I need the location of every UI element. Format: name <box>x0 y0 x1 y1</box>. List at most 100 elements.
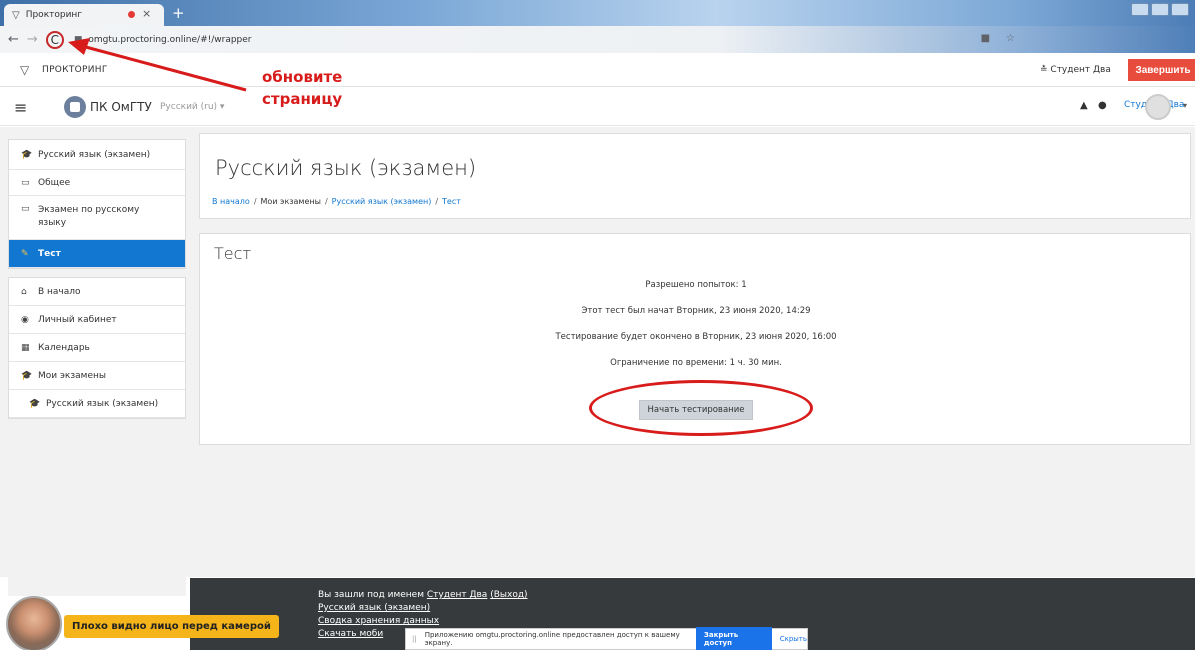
camera-preview <box>6 596 62 650</box>
quiz-ends: Тестирование будет окончено в Вторник, 2… <box>555 332 837 342</box>
proctoring-user-name: Студент Два <box>1050 65 1111 75</box>
proctoring-user[interactable]: ≛ Студент Два <box>1040 65 1111 75</box>
breadcrumb-separator: / <box>253 197 257 206</box>
breadcrumb: В начало / Мои экзамены / Русский язык (… <box>212 197 461 206</box>
drawer-item-label: Русский язык (экзамен) <box>38 149 151 160</box>
annotation-line-2: страницу <box>262 90 343 108</box>
proctoring-title: ПРОКТОРИНГ <box>42 65 108 75</box>
url-field[interactable]: omgtu.proctoring.online/#!/wrapper <box>88 35 251 45</box>
footer-user-link[interactable]: Студент Два <box>427 590 487 600</box>
quiz-started: Этот тест был начат Вторник, 23 июня 202… <box>581 306 811 316</box>
browser-tab[interactable]: ▽ Прокторинг × <box>4 4 164 26</box>
breadcrumb-my-exams: Мои экзамены <box>260 197 321 206</box>
footer-login-info: Вы зашли под именем Студент Два (Выход) <box>318 590 528 600</box>
screen-share-text: Приложению omgtu.proctoring.online предо… <box>424 631 680 647</box>
drawer-item-label: В начало <box>38 286 81 297</box>
drawer-item-course-link[interactable]: 🎓 Русский язык (экзамен) <box>9 390 185 418</box>
course-nav: 🎓 Русский язык (экзамен) ▭ Общее ▭ Экзам… <box>8 139 186 269</box>
drawer-item-general[interactable]: ▭ Общее <box>9 170 185 196</box>
drawer-item-test[interactable]: ✎ Тест <box>9 240 185 268</box>
drawer-item-dashboard[interactable]: ◉ Личный кабинет <box>9 306 185 334</box>
footer-data-link[interactable]: Сводка хранения данных <box>318 616 439 626</box>
footer-mobile-link-text: Скачать моби <box>318 629 384 639</box>
star-icon[interactable]: ☆ <box>1006 33 1015 44</box>
close-tab-icon[interactable]: × <box>142 7 151 20</box>
reload-icon[interactable]: C <box>45 30 64 49</box>
hide-button[interactable]: Скрыть <box>780 635 807 643</box>
shield-icon: ▽ <box>20 63 30 77</box>
mortarboard-icon: 🎓 <box>21 370 33 381</box>
proctoring-bar: ▽ ПРОКТОРИНГ ≛ Студент Два Завершить <box>0 53 1195 87</box>
shield-icon: ▽ <box>12 9 20 21</box>
browser-tab-bar: ▽ Прокторинг × + <box>0 0 1195 26</box>
calendar-icon: ▦ <box>21 342 30 353</box>
avatar[interactable] <box>1145 94 1171 120</box>
mortarboard-icon: 🎓 <box>21 149 33 160</box>
nav-drawer: 🎓 Русский язык (экзамен) ▭ Общее ▭ Экзам… <box>8 133 186 596</box>
drawer-item-label: Русский язык (экзамен) <box>46 398 159 409</box>
breadcrumb-course[interactable]: Русский язык (экзамен) <box>332 197 432 206</box>
lock-icon: ■ <box>73 34 83 45</box>
footer-course-link[interactable]: Русский язык (экзамен) <box>318 603 430 613</box>
drawer-item-label: Общее <box>38 177 71 188</box>
annotation-text: обновите страницу <box>262 66 342 110</box>
highlight-circle <box>589 380 813 436</box>
bell-icon[interactable]: ▲ <box>1080 100 1088 111</box>
quiz-title: Тест <box>214 244 252 263</box>
recording-icon <box>128 11 135 18</box>
quiz-time-limit: Ограничение по времени: 1 ч. 30 мин. <box>610 358 782 368</box>
drawer-item-label: Личный кабинет <box>38 314 117 325</box>
footer-course-link-text: Русский язык (экзамен) <box>318 603 431 613</box>
close-window-button[interactable] <box>1171 3 1189 16</box>
site-nav: ⌂ В начало ◉ Личный кабинет ▦ Календарь … <box>8 277 186 419</box>
new-tab-button[interactable]: + <box>172 4 185 22</box>
footer-mobile-link[interactable]: Скачать моби <box>318 629 383 639</box>
site-navbar: ≡ ПК ОмГТУ Русский (ru) ▾ ▲ ● Студент Дв… <box>0 88 1195 126</box>
drawer-item-label: Календарь <box>38 342 90 353</box>
drag-handle-icon[interactable]: || <box>412 635 417 643</box>
site-name[interactable]: ПК ОмГТУ <box>90 100 152 114</box>
breadcrumb-home[interactable]: В начало <box>212 197 250 206</box>
breadcrumb-separator: / <box>324 197 328 206</box>
quiz-card: Тест Разрешено попыток: 1 Этот тест был … <box>199 233 1191 445</box>
finish-button[interactable]: Завершить <box>1128 59 1195 81</box>
page-title: Русский язык (экзамен) <box>215 156 477 180</box>
home-icon: ⌂ <box>21 286 27 297</box>
drawer-item-label: Мои экзамены <box>38 370 106 381</box>
camera-warning: Плохо видно лицо перед камерой <box>64 615 279 638</box>
quiz-attempts: Разрешено попыток: 1 <box>645 280 747 290</box>
drawer-item-exam-section[interactable]: ▭ Экзамен по русскому языку <box>9 196 185 240</box>
folder-icon: ▭ <box>21 204 30 214</box>
breadcrumb-separator: / <box>435 197 439 206</box>
address-bar: ← → C ■ omgtu.proctoring.online/#!/wrapp… <box>0 26 1195 53</box>
back-icon[interactable]: ← <box>8 32 19 47</box>
screen-share-bar: || Приложению omgtu.proctoring.online пр… <box>405 627 808 650</box>
footer-data-link-text: Сводка хранения данных <box>318 616 440 626</box>
stop-sharing-button[interactable]: Закрыть доступ <box>695 627 772 650</box>
annotation-line-1: обновите <box>262 68 343 86</box>
forward-icon[interactable]: → <box>27 32 38 47</box>
camera-indicator-icon[interactable]: ■ <box>981 33 990 44</box>
maximize-button[interactable] <box>1151 3 1169 16</box>
breadcrumb-test[interactable]: Тест <box>442 197 461 206</box>
drawer-item-course[interactable]: 🎓 Русский язык (экзамен) <box>9 140 185 170</box>
window-controls <box>1131 3 1189 16</box>
user-icon: ≛ <box>1040 65 1051 75</box>
mortarboard-icon: 🎓 <box>29 398 41 409</box>
footer-logout-link[interactable]: (Выход) <box>490 590 527 600</box>
tab-title: Прокторинг <box>25 10 83 20</box>
quiz-icon: ✎ <box>21 248 29 259</box>
page-header: Русский язык (экзамен) В начало / Мои эк… <box>199 133 1191 219</box>
drawer-item-home[interactable]: ⌂ В начало <box>9 278 185 306</box>
drawer-item-my-exams[interactable]: 🎓 Мои экзамены <box>9 362 185 390</box>
drawer-item-calendar[interactable]: ▦ Календарь <box>9 334 185 362</box>
language-selector[interactable]: Русский (ru) ▾ <box>160 102 224 112</box>
site-logo[interactable] <box>64 96 86 118</box>
menu-icon[interactable]: ≡ <box>14 98 27 117</box>
footer-login-prefix: Вы зашли под именем <box>318 590 427 600</box>
chat-icon[interactable]: ● <box>1098 100 1107 111</box>
minimize-button[interactable] <box>1131 3 1149 16</box>
drawer-item-label: Экзамен по русскому языку <box>38 205 140 228</box>
dashboard-icon: ◉ <box>21 314 29 325</box>
chevron-down-icon[interactable]: ▾ <box>1183 101 1187 110</box>
